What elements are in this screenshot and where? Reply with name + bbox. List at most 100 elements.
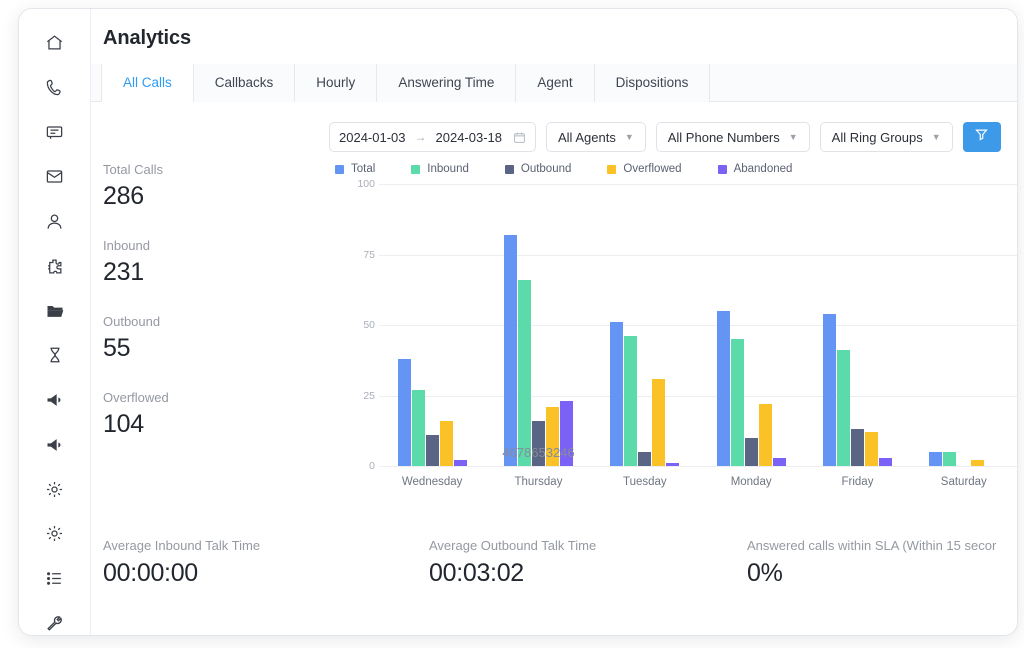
tab-dispositions[interactable]: Dispositions bbox=[594, 64, 711, 102]
stat-label: Average Inbound Talk Time bbox=[103, 538, 261, 553]
x-axis-label: Monday bbox=[730, 476, 772, 488]
bar-outbound[interactable] bbox=[425, 434, 439, 466]
sidebar-item-mail[interactable] bbox=[40, 165, 70, 189]
home-icon bbox=[45, 33, 64, 52]
sidebar-item-settings[interactable] bbox=[40, 477, 70, 501]
sidebar-item-tools[interactable] bbox=[40, 611, 70, 635]
bar-group[interactable]: Saturday bbox=[911, 184, 1017, 488]
phone-numbers-filter-dropdown[interactable]: All Phone Numbers ▼ bbox=[655, 122, 810, 152]
ring-groups-filter-dropdown[interactable]: All Ring Groups ▼ bbox=[819, 122, 953, 152]
sidebar-item-contacts[interactable] bbox=[40, 210, 70, 234]
legend-item-outbound[interactable]: Outbound bbox=[504, 163, 571, 175]
y-axis-tick: 50 bbox=[363, 319, 375, 331]
bar-outbound[interactable] bbox=[638, 451, 652, 466]
legend-item-inbound[interactable]: Inbound bbox=[411, 163, 469, 175]
stat-label: Overflowed bbox=[103, 390, 169, 405]
sidebar-item-history[interactable] bbox=[40, 343, 70, 367]
bar-group[interactable]: 4678653246 Thursday bbox=[485, 184, 591, 488]
stat-label: Answered calls within SLA (Within 15 sec… bbox=[747, 538, 997, 553]
stat-avg-inbound-talk-time: Average Inbound Talk Time 00:00:00 bbox=[103, 538, 429, 588]
sidebar-item-calls[interactable] bbox=[40, 76, 70, 100]
sidebar-item-campaigns[interactable] bbox=[40, 388, 70, 412]
bar-abandoned[interactable] bbox=[666, 463, 680, 466]
grid-line bbox=[379, 466, 1017, 467]
bar-abandoned[interactable] bbox=[772, 457, 786, 466]
chevron-down-icon: ▼ bbox=[788, 132, 798, 142]
stat-label: Inbound bbox=[103, 238, 150, 253]
apply-filter-button[interactable] bbox=[962, 122, 1001, 152]
chevron-down-icon: ▼ bbox=[624, 132, 634, 142]
y-axis-tick: 0 bbox=[369, 460, 375, 472]
bar-abandoned[interactable] bbox=[453, 460, 467, 466]
agents-filter-dropdown[interactable]: All Agents ▼ bbox=[546, 122, 646, 152]
bar-overflowed[interactable] bbox=[864, 432, 878, 466]
bar-inbound[interactable] bbox=[730, 339, 744, 466]
bar-overflowed[interactable] bbox=[545, 406, 559, 466]
tab-answering-time[interactable]: Answering Time bbox=[377, 64, 517, 102]
stat-value: 104 bbox=[103, 410, 144, 438]
legend-item-total[interactable]: Total bbox=[335, 163, 375, 175]
legend-label: Total bbox=[351, 163, 376, 175]
bar-inbound[interactable] bbox=[836, 350, 850, 466]
date-range-picker[interactable]: 2024-01-03 → 2024-03-18 bbox=[329, 122, 536, 152]
tab-all-calls[interactable]: All Calls bbox=[101, 64, 194, 102]
gear-icon bbox=[45, 480, 64, 499]
sidebar-item-home[interactable] bbox=[40, 31, 70, 55]
x-axis-label: Tuesday bbox=[622, 476, 667, 488]
bar-group[interactable]: Tuesday bbox=[592, 184, 698, 488]
bar-overflowed[interactable] bbox=[758, 403, 772, 466]
bar-total[interactable] bbox=[822, 313, 836, 466]
legend-label: Abandoned bbox=[733, 163, 793, 175]
megaphone-icon bbox=[45, 390, 65, 410]
stat-label: Average Outbound Talk Time bbox=[429, 538, 597, 553]
stat-total-calls: Total Calls 286 bbox=[103, 162, 329, 211]
bar-total[interactable] bbox=[610, 322, 624, 466]
bar-inbound[interactable] bbox=[943, 451, 957, 466]
date-to-value[interactable]: 2024-03-18 bbox=[436, 130, 503, 145]
bar-abandoned[interactable] bbox=[878, 457, 892, 466]
stat-value: 286 bbox=[103, 182, 144, 210]
legend-swatch bbox=[607, 164, 617, 174]
bar-overflowed[interactable] bbox=[439, 420, 453, 466]
tab-agent[interactable]: Agent bbox=[516, 64, 595, 102]
bar-outbound[interactable] bbox=[531, 420, 545, 466]
bar-group[interactable]: Friday bbox=[804, 184, 910, 488]
bar-inbound[interactable] bbox=[517, 279, 531, 466]
agents-filter-value: All Agents bbox=[558, 129, 616, 145]
sidebar-item-broadcasts[interactable] bbox=[40, 433, 70, 457]
funnel-icon bbox=[974, 127, 989, 147]
wrench-icon bbox=[45, 614, 64, 633]
date-from-value[interactable]: 2024-01-03 bbox=[339, 130, 406, 145]
bar-overflowed[interactable] bbox=[971, 460, 985, 466]
bar-inbound[interactable] bbox=[624, 336, 638, 466]
legend-label: Inbound bbox=[427, 163, 469, 175]
chart-bars: Wednesday 4678653246 Thursday Tuesday Monday… bbox=[379, 184, 1017, 488]
tab-callbacks[interactable]: Callbacks bbox=[193, 64, 296, 102]
bar-inbound[interactable] bbox=[411, 389, 425, 466]
stat-value: 0% bbox=[747, 559, 783, 587]
analytics-body: Total Calls 286 Inbound 231 Outbound 55 … bbox=[91, 156, 1017, 516]
bar-group[interactable]: Monday bbox=[698, 184, 804, 488]
sidebar-item-files[interactable] bbox=[40, 299, 70, 323]
phone-icon bbox=[45, 78, 64, 97]
sidebar-item-integrations[interactable] bbox=[40, 254, 70, 278]
sidebar-item-logs[interactable] bbox=[40, 567, 70, 591]
legend-item-overflowed[interactable]: Overflowed bbox=[607, 163, 682, 175]
megaphone-icon bbox=[45, 435, 65, 455]
bar-outbound[interactable] bbox=[744, 437, 758, 466]
bar-total[interactable] bbox=[503, 234, 517, 466]
bar-total[interactable] bbox=[716, 310, 730, 466]
tab-hourly[interactable]: Hourly bbox=[295, 64, 378, 102]
bar-total[interactable] bbox=[929, 451, 943, 466]
bar-overflowed[interactable] bbox=[652, 378, 666, 466]
stat-inbound: Inbound 231 bbox=[103, 238, 329, 287]
sidebar-item-preferences[interactable] bbox=[40, 522, 70, 546]
bar-abandoned[interactable] bbox=[559, 401, 573, 466]
sidebar-item-messages[interactable] bbox=[40, 120, 70, 144]
stat-value: 00:03:02 bbox=[429, 559, 524, 587]
bar-group[interactable]: Wednesday bbox=[379, 184, 485, 488]
legend-item-abandoned[interactable]: Abandoned bbox=[717, 163, 793, 175]
bar-total[interactable] bbox=[397, 358, 411, 466]
stat-value: 231 bbox=[103, 258, 144, 286]
bar-outbound[interactable] bbox=[850, 429, 864, 466]
